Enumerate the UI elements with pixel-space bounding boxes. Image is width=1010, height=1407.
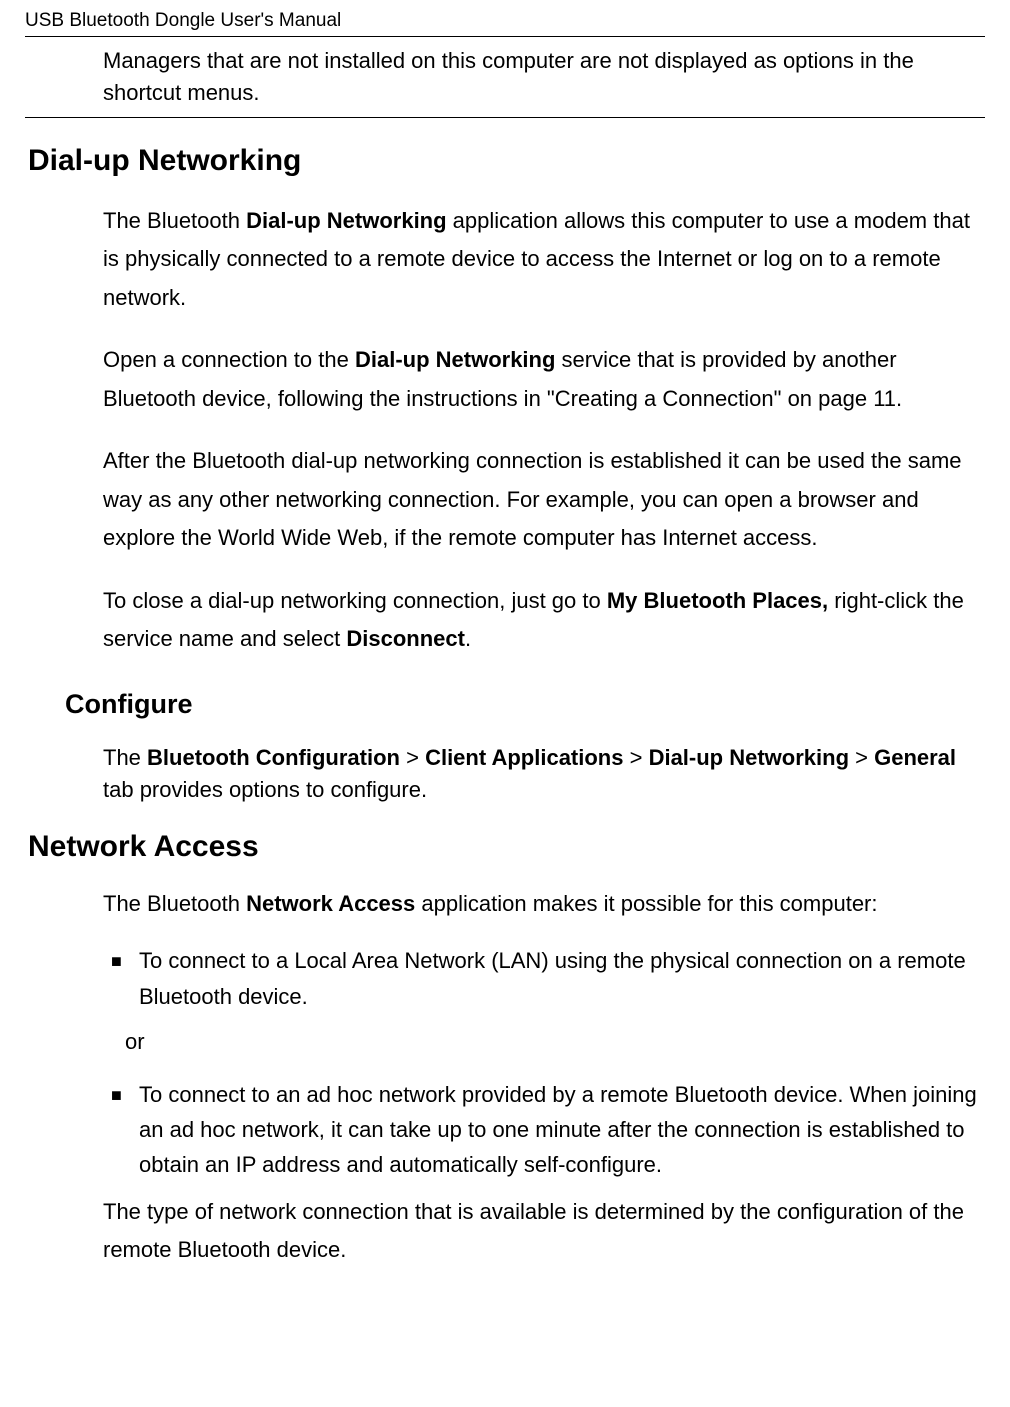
text-bold: Disconnect <box>346 626 465 651</box>
header-title: USB Bluetooth Dongle User's Manual <box>25 10 985 32</box>
page-header: USB Bluetooth Dongle User's Manual Manag… <box>25 10 985 118</box>
heading-network-access: Network Access <box>25 830 985 864</box>
dialup-para-4: To close a dial-up networking connection… <box>103 582 985 659</box>
document-page: USB Bluetooth Dongle User's Manual Manag… <box>0 0 1010 1295</box>
text-bold: Network Access <box>246 891 415 916</box>
text: To close a dial-up networking connection… <box>103 588 607 613</box>
text: > <box>623 745 648 770</box>
text: The <box>103 745 147 770</box>
text: > <box>849 745 874 770</box>
text-bold: My Bluetooth Places, <box>607 588 828 613</box>
dialup-para-3: After the Bluetooth dial-up networking c… <box>103 442 985 558</box>
heading-dialup: Dial-up Networking <box>25 144 985 178</box>
heading-configure: Configure <box>65 689 985 720</box>
text-bold: Dial-up Networking <box>355 347 555 372</box>
network-para-1: The Bluetooth Network Access application… <box>103 888 985 920</box>
list-item-text: To connect to an ad hoc network provided… <box>139 1077 985 1183</box>
or-separator: or <box>125 1024 985 1059</box>
text-bold: Bluetooth Configuration <box>147 745 400 770</box>
network-list: ■ To connect to a Local Area Network (LA… <box>103 943 985 1013</box>
text: Open a connection to the <box>103 347 355 372</box>
text: The Bluetooth <box>103 208 246 233</box>
square-bullet-icon: ■ <box>103 1077 139 1183</box>
text-bold: Dial-up Networking <box>649 745 849 770</box>
text: > <box>400 745 425 770</box>
text-bold: General <box>874 745 956 770</box>
text: application makes it possible for this c… <box>415 891 877 916</box>
list-item: ■ To connect to a Local Area Network (LA… <box>103 943 985 1013</box>
dialup-para-1: The Bluetooth Dial-up Networking applica… <box>103 202 985 318</box>
text: . <box>465 626 471 651</box>
text: The Bluetooth <box>103 891 246 916</box>
text: tab provides options to configure. <box>103 777 427 802</box>
square-bullet-icon: ■ <box>103 943 139 1013</box>
list-item-text: To connect to a Local Area Network (LAN)… <box>139 943 985 1013</box>
network-para-2: The type of network connection that is a… <box>103 1193 985 1270</box>
text-bold: Client Applications <box>425 745 623 770</box>
header-note: Managers that are not installed on this … <box>103 45 985 109</box>
list-item: ■ To connect to an ad hoc network provid… <box>103 1077 985 1183</box>
dialup-para-2: Open a connection to the Dial-up Network… <box>103 341 985 418</box>
text-bold: Dial-up Networking <box>246 208 446 233</box>
network-list: ■ To connect to an ad hoc network provid… <box>103 1077 985 1183</box>
header-rule <box>25 36 985 37</box>
configure-para-1: The Bluetooth Configuration > Client App… <box>103 742 985 806</box>
